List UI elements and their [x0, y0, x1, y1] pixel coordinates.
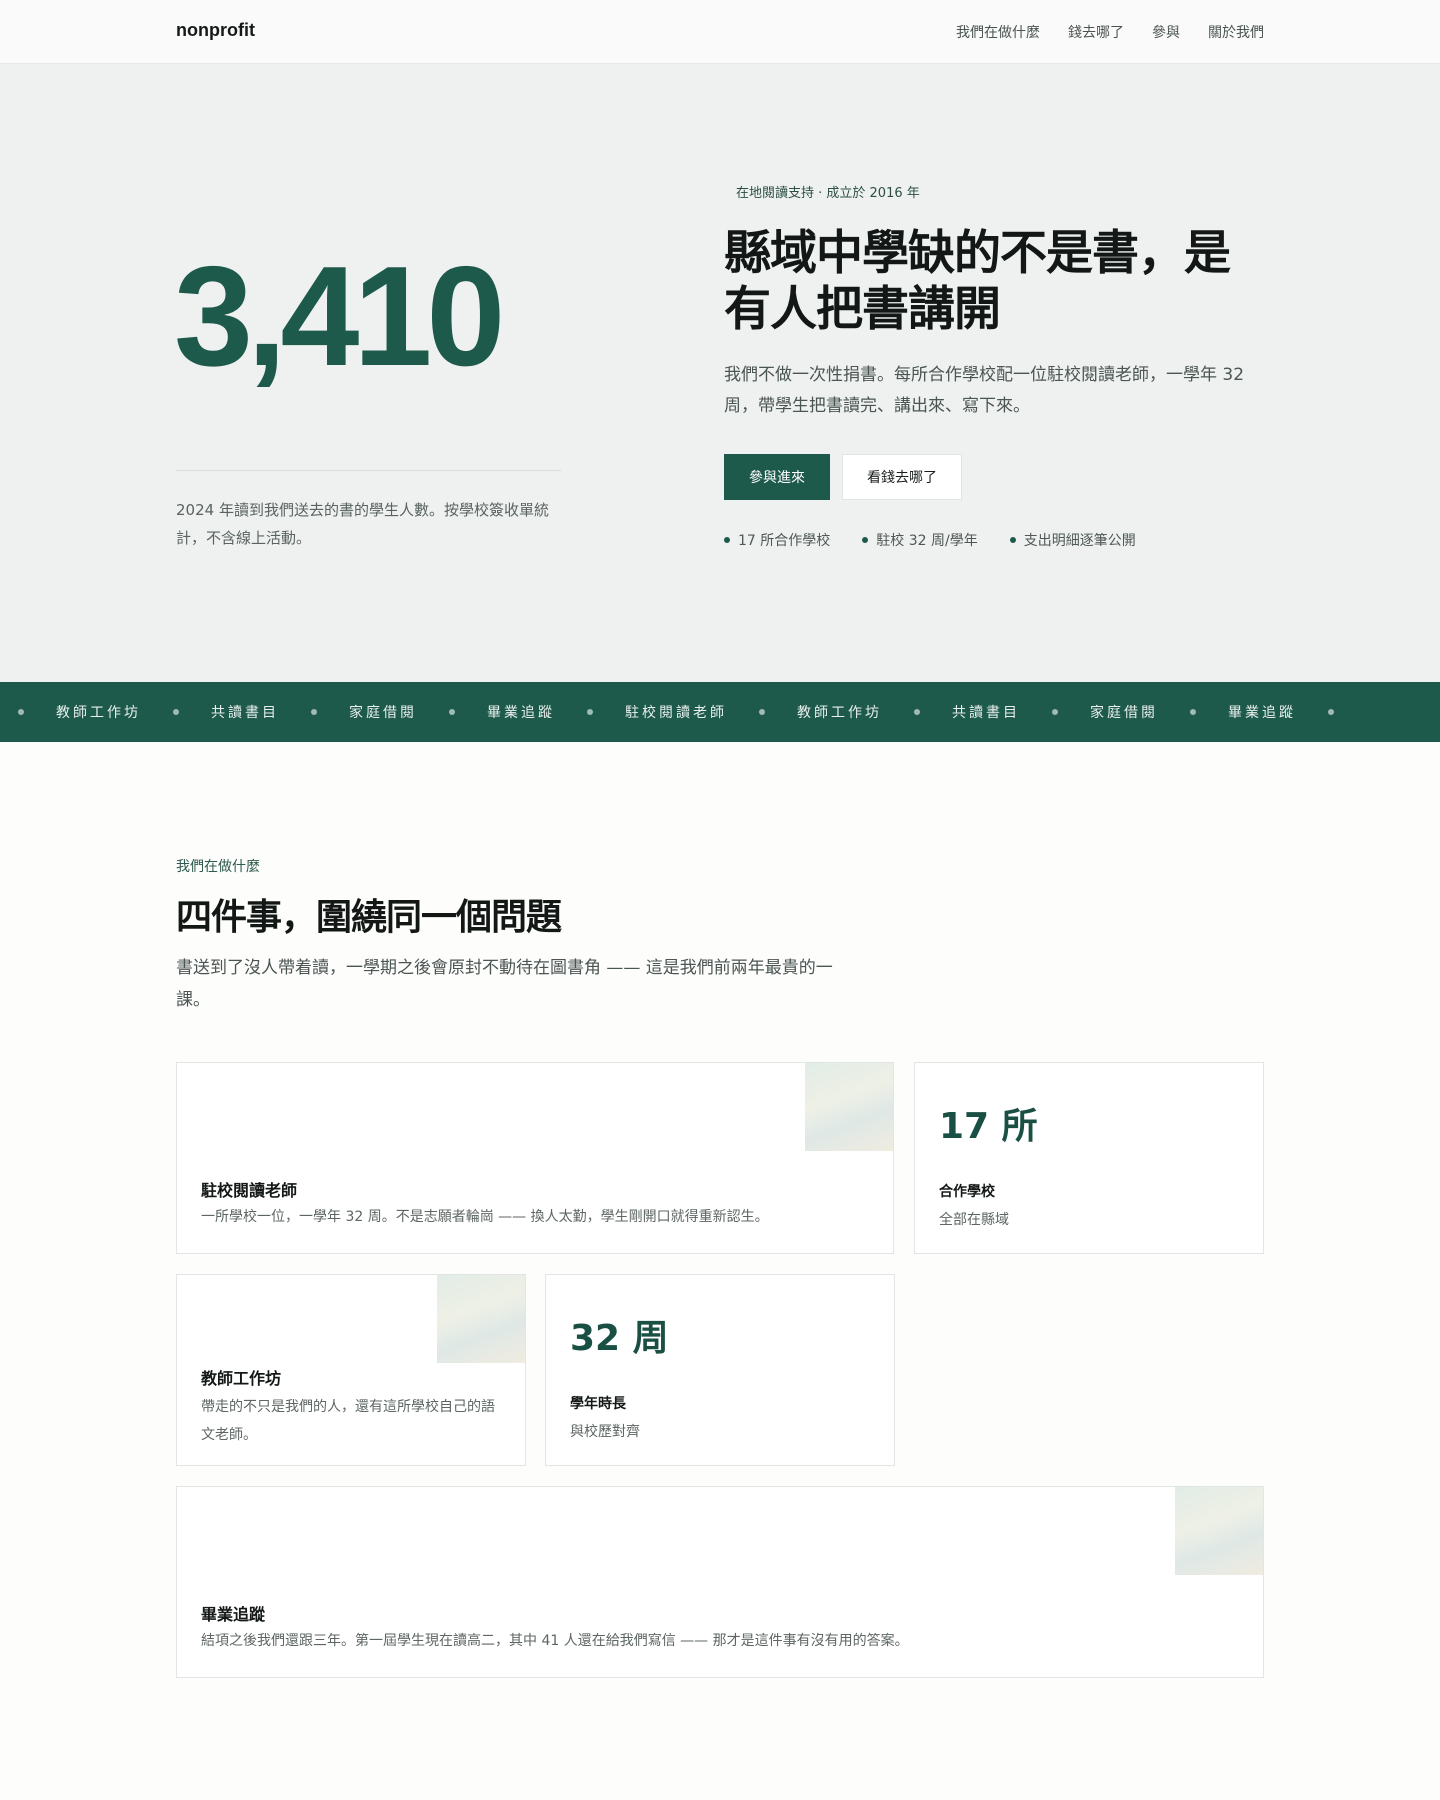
- hero-title: 縣域中學缺的不是書，是 有人把書講開: [724, 226, 1264, 338]
- stat-label: 合作學校: [939, 1184, 995, 1200]
- marquee-label: 畢業追蹤: [1228, 705, 1296, 721]
- stat-subtext: 與校歷對齊: [570, 1424, 640, 1440]
- card-title: 畢業追蹤: [201, 1605, 266, 1624]
- marquee-dot-icon: [759, 709, 765, 715]
- brand-logo[interactable]: nonprofit: [176, 20, 255, 41]
- hero-count-caption: 2024 年讀到我們送去的書的學生人數。按學校簽收單統計，不含線上活動。: [176, 501, 549, 547]
- card-title: 教師工作坊: [201, 1369, 282, 1388]
- marquee-item: 共讀書目: [211, 702, 349, 722]
- card-stat-weeks: 32 周 學年時長 與校歷對齊: [545, 1274, 895, 1466]
- hero-section: 3,410 2024 年讀到我們送去的書的學生人數。按學校簽收單統計，不含線上活…: [0, 64, 1440, 682]
- card-text: 一所學校一位，一學年 32 周。不是志願者輪崗 —— 換人太勤，學生剛開口就得重…: [201, 1209, 769, 1225]
- marquee-item: 家庭借閱: [1090, 702, 1228, 722]
- top-bar: nonprofit 我們在做什麼 錢去哪了 參與 關於我們: [0, 0, 1440, 64]
- fact-item: 駐校 32 周/學年: [862, 530, 978, 550]
- marquee-item: 家庭借閱: [349, 702, 487, 722]
- card-resident-teacher[interactable]: 駐校閱讀老師 一所學校一位，一學年 32 周。不是志願者輪崗 —— 換人太勤，學…: [176, 1062, 894, 1254]
- fact-public-spending: 支出明細逐筆公開: [1023, 533, 1136, 549]
- hero-facts: 17 所合作學校 駐校 32 周/學年 支出明細逐筆公開: [724, 530, 1264, 550]
- hero-divider: [176, 470, 561, 471]
- marquee-label: 畢業追蹤: [487, 705, 555, 721]
- marquee-item: 教師工作坊: [797, 702, 952, 722]
- nav-what-we-do[interactable]: 我們在做什麼: [956, 22, 1040, 42]
- program-marquee: 教師工作坊 共讀書目 家庭借閱 畢業追蹤 駐校閱讀老師 教師工作坊 共讀書目 家…: [0, 682, 1440, 742]
- stat-label: 學年時長: [570, 1396, 626, 1412]
- marquee-label: 駐校閱讀老師: [625, 705, 727, 721]
- card-image: [805, 1063, 893, 1151]
- marquee-dot-icon: [173, 709, 179, 715]
- hero-content: 在地閱讀支持 · 成立於 2016 年 縣域中學缺的不是書，是 有人把書講開 我…: [724, 184, 1264, 550]
- marquee-dot-icon: [18, 709, 24, 715]
- marquee-dot-icon: [311, 709, 317, 715]
- marquee-label: 共讀書目: [952, 705, 1020, 721]
- hero-buttons: 參與進來 看錢去哪了: [724, 454, 1264, 500]
- marquee-item: 教師工作坊: [56, 702, 211, 722]
- marquee-dot-icon: [1190, 709, 1196, 715]
- section-eyebrow: 我們在做什麼: [176, 859, 260, 875]
- card-teacher-workshop[interactable]: 教師工作坊 帶走的不只是我們的人，還有這所學校自己的語文老師。: [176, 1274, 526, 1466]
- marquee-item: 共讀書目: [952, 702, 1090, 722]
- participate-button[interactable]: 參與進來: [724, 454, 830, 500]
- hero-title-line-2: 有人把書講開: [724, 282, 1001, 337]
- main-nav: 我們在做什麼 錢去哪了 參與 關於我們: [956, 22, 1264, 42]
- card-text: 帶走的不只是我們的人，還有這所學校自己的語文老師。: [201, 1399, 495, 1443]
- card-image: [1175, 1487, 1263, 1575]
- bullet-dot-icon: [1009, 537, 1016, 543]
- marquee-dot-icon: [449, 709, 455, 715]
- card-stat-schools: 17 所 合作學校 全部在縣域: [914, 1062, 1264, 1254]
- hero-student-count: 3,410: [174, 237, 505, 396]
- section-lead: 書送到了沒人帶着讀，一學期之後會原封不動待在圖書角 —— 這是我們前兩年最貴的一…: [176, 958, 833, 1010]
- nav-where-money-goes[interactable]: 錢去哪了: [1068, 22, 1124, 42]
- marquee-dot-icon: [587, 709, 593, 715]
- hero-title-line-1: 縣域中學缺的不是書，是: [724, 226, 1231, 281]
- fact-partner-schools: 17 所合作學校: [738, 533, 831, 549]
- hero-eyebrow: 在地閱讀支持 · 成立於 2016 年: [736, 186, 920, 201]
- marquee-dot-icon: [1328, 709, 1334, 715]
- card-graduate-tracking[interactable]: 畢業追蹤 結項之後我們還跟三年。第一屆學生現在讀高二，其中 41 人還在給我們寫…: [176, 1486, 1264, 1678]
- see-spending-button[interactable]: 看錢去哪了: [842, 454, 962, 500]
- card-image: [437, 1275, 525, 1363]
- bullet-dot-icon: [724, 537, 730, 543]
- marquee-item: 畢業追蹤: [487, 702, 625, 722]
- card-title: 駐校閱讀老師: [201, 1181, 298, 1200]
- marquee-item: 畢業追蹤: [1228, 702, 1366, 722]
- marquee-label: 家庭借閱: [349, 705, 417, 721]
- card-text: 結項之後我們還跟三年。第一屆學生現在讀高二，其中 41 人還在給我們寫信 —— …: [201, 1633, 909, 1649]
- bullet-dot-icon: [862, 537, 869, 543]
- marquee-dot-icon: [1052, 709, 1058, 715]
- nav-participate[interactable]: 參與: [1152, 22, 1180, 42]
- stat-value: 17 所: [939, 1106, 1038, 1147]
- stat-value: 32 周: [570, 1318, 669, 1359]
- marquee-label: 教師工作坊: [56, 705, 141, 721]
- stat-subtext: 全部在縣域: [939, 1212, 1009, 1228]
- marquee-track: 教師工作坊 共讀書目 家庭借閱 畢業追蹤 駐校閱讀老師 教師工作坊 共讀書目 家…: [18, 682, 1366, 742]
- fact-weeks-per-year: 駐校 32 周/學年: [876, 533, 978, 549]
- section-title: 四件事，圍繞同一個問題: [176, 897, 562, 938]
- marquee-item: 駐校閱讀老師: [625, 702, 797, 722]
- nav-about-us[interactable]: 關於我們: [1208, 22, 1264, 42]
- hero-lead: 我們不做一次性捐書。每所合作學校配一位駐校閱讀老師，一學年 32 周，帶學生把書…: [724, 365, 1245, 416]
- fact-item: 17 所合作學校: [724, 530, 830, 550]
- marquee-label: 共讀書目: [211, 705, 279, 721]
- marquee-label: 家庭借閱: [1090, 705, 1158, 721]
- marquee-dot-icon: [914, 709, 920, 715]
- marquee-label: 教師工作坊: [797, 705, 882, 721]
- fact-item: 支出明細逐筆公開: [1009, 530, 1136, 550]
